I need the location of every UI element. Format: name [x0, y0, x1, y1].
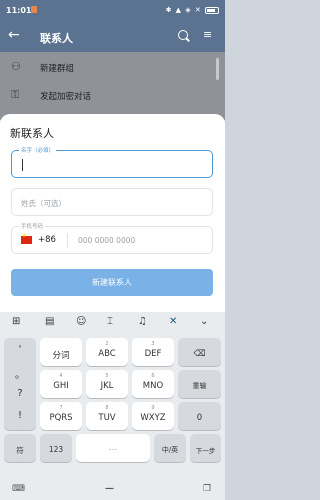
screen: 11:01 ✱ ▲ ◈ ✕ ← 联系人 ≡ ⚇ 新建群组 ⚿ 发起加密对话 新联… — [0, 0, 225, 500]
backspace-key[interactable]: ⌫ — [178, 338, 221, 366]
key-sub: 4 — [59, 373, 63, 379]
sort-icon[interactable]: ≡ — [203, 28, 212, 41]
key-label: WXYZ — [140, 413, 166, 423]
language-switch-key[interactable]: 中/英 — [154, 434, 186, 462]
microphone-icon[interactable]: ♫ — [138, 316, 147, 327]
key-4[interactable]: 4 GHI — [40, 370, 82, 398]
punct-key[interactable]: ' — [4, 344, 36, 355]
navigation-bar: ⌨ — ❐ — [0, 480, 225, 500]
scrollbar[interactable] — [216, 58, 219, 80]
list-item-label: 新建群组 — [40, 64, 75, 74]
status-icons: ✱ ▲ ◈ ✕ — [166, 6, 219, 14]
key-label: 123 — [48, 445, 64, 454]
key-8[interactable]: 8 TUV — [86, 402, 128, 430]
key-label: 重输 — [192, 382, 207, 390]
key-label: TUV — [98, 413, 116, 423]
collapse-keyboard-icon[interactable]: ⌄ — [200, 316, 208, 327]
reset-key[interactable]: 重输 — [178, 370, 221, 398]
key-fenci[interactable]: 分词 — [40, 338, 82, 366]
signal-icons: ✱ ▲ ◈ ✕ — [165, 6, 202, 14]
next-key[interactable]: 下一步 — [190, 434, 221, 462]
key-sub: 9 — [151, 405, 155, 411]
key-5[interactable]: 5 JKL — [86, 370, 128, 398]
cursor-move-icon[interactable]: ⌶ — [107, 316, 113, 327]
key-sub: 6 — [151, 373, 155, 379]
key-sub: 3 — [151, 341, 155, 347]
keyboard-toolbar: ⊞ ▤ ☺ ⌶ ♫ ✕ ⌄ — [0, 312, 225, 334]
status-time: 11:01 — [6, 6, 32, 15]
first-name-field[interactable]: 名字（必填） — [11, 146, 213, 178]
first-name-label: 名字（必填） — [19, 146, 57, 154]
key-label: 中/英 — [161, 446, 179, 454]
key-label: GHI — [53, 381, 69, 391]
key-label: 分词 — [52, 351, 70, 361]
clipboard-icon[interactable]: ❐ — [203, 484, 211, 494]
create-contact-button[interactable]: 新建联系人 — [11, 269, 213, 296]
page-title: 联系人 — [40, 32, 73, 45]
symbols-key[interactable]: 符 — [4, 434, 36, 462]
list-item-secret-chat[interactable]: ⚿ 发起加密对话 — [0, 82, 225, 108]
key-0[interactable]: 0 — [178, 402, 221, 430]
search-icon[interactable] — [178, 30, 188, 40]
keyboard-switch-icon[interactable]: ⌨ — [12, 484, 25, 494]
phone-label: 手机号码 — [19, 222, 46, 230]
back-arrow-icon[interactable]: ← — [8, 27, 20, 43]
key-label: ABC — [98, 349, 116, 359]
app-bar: ← 联系人 ≡ — [0, 22, 225, 52]
space-icon: ⋯ — [108, 445, 118, 455]
key-6[interactable]: 6 MNO — [132, 370, 174, 398]
phone-field[interactable]: 手机号码 +86 000 0000 0000 — [11, 222, 213, 254]
key-label: 0 — [196, 413, 203, 423]
battery-icon — [205, 6, 219, 14]
last-name-field[interactable]: 姓氏（可选） — [11, 188, 213, 216]
key-label: PQRS — [49, 413, 73, 423]
key-2[interactable]: 2 ABC — [86, 338, 128, 366]
status-bar: 11:01 ✱ ▲ ◈ ✕ — [0, 0, 225, 22]
key-sub: 7 — [59, 405, 63, 411]
key-label: 符 — [16, 446, 24, 455]
key-label: JKL — [100, 381, 114, 391]
new-contact-sheet: 新联系人 名字（必填） 姓氏（可选） 手机号码 +86 000 0000 000… — [0, 114, 225, 312]
key-sub: 2 — [105, 341, 109, 347]
key-7[interactable]: 7 PQRS — [40, 402, 82, 430]
punctuation-column[interactable]: ' 。 ? ! — [4, 338, 36, 430]
country-code[interactable]: +86 — [38, 235, 56, 245]
key-label: MNO — [142, 381, 164, 391]
group-icon: ⚇ — [11, 60, 21, 73]
ime-logo-icon[interactable]: ✕ — [169, 316, 177, 327]
key-sub: 5 — [105, 373, 109, 379]
key-9[interactable]: 9 WXYZ — [132, 402, 174, 430]
punct-key[interactable]: ! — [4, 410, 36, 421]
backspace-icon: ⌫ — [193, 349, 206, 359]
emoji-icon[interactable]: ☺ — [76, 316, 86, 327]
numbers-key[interactable]: 123 — [40, 434, 72, 462]
key-label: DEF — [144, 349, 162, 359]
key-label: 下一步 — [195, 447, 216, 455]
space-key[interactable]: ⋯ — [76, 434, 150, 462]
divider — [67, 233, 68, 248]
key-3[interactable]: 3 DEF — [132, 338, 174, 366]
dialog-title: 新联系人 — [10, 127, 54, 140]
phone-placeholder: 000 0000 0000 — [78, 236, 136, 245]
contact-options-list: ⚇ 新建群组 ⚿ 发起加密对话 — [0, 52, 225, 120]
punct-key[interactable]: ? — [4, 388, 36, 399]
last-name-placeholder: 姓氏（可选） — [21, 199, 66, 208]
home-indicator[interactable]: — — [105, 484, 114, 494]
china-flag-icon[interactable] — [21, 233, 32, 244]
list-item-new-group[interactable]: ⚇ 新建群组 — [0, 54, 225, 80]
punct-key[interactable]: 。 — [4, 366, 36, 381]
keyboard-layout-icon[interactable]: ▤ — [45, 316, 54, 327]
apps-grid-icon[interactable]: ⊞ — [12, 316, 20, 327]
list-item-label: 发起加密对话 — [40, 92, 92, 102]
keyboard: ⊞ ▤ ☺ ⌶ ♫ ✕ ⌄ ' 。 ? ! 分词 2 ABC 3 DEF ⌫ 4 GH… — [0, 312, 225, 480]
text-cursor — [22, 159, 23, 171]
key-sub: 8 — [105, 405, 109, 411]
lock-icon: ⚿ — [11, 88, 20, 101]
notification-icon — [31, 6, 37, 13]
